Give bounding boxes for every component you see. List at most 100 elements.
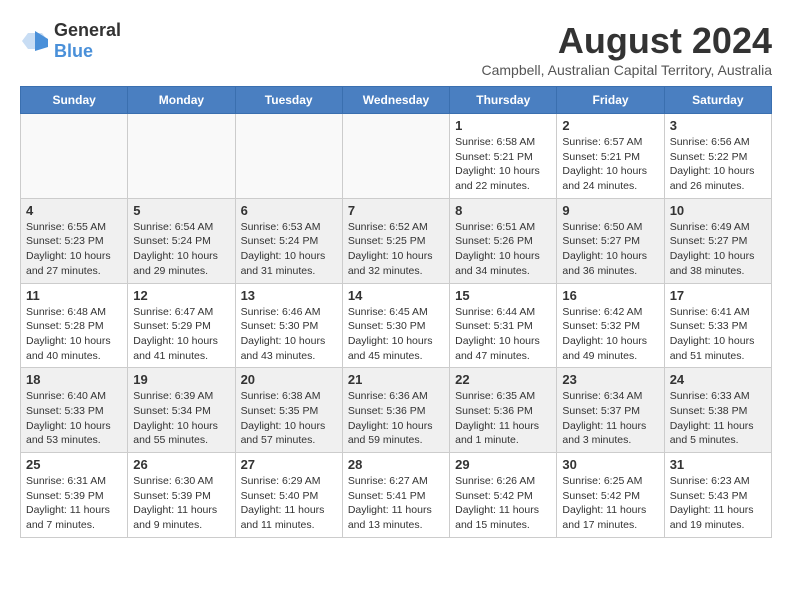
calendar-cell: 24Sunrise: 6:33 AM Sunset: 5:38 PM Dayli…	[664, 368, 771, 453]
page-header: General Blue August 2024 Campbell, Austr…	[20, 20, 772, 78]
day-info: Sunrise: 6:30 AM Sunset: 5:39 PM Dayligh…	[133, 474, 229, 533]
header-wednesday: Wednesday	[342, 87, 449, 114]
day-number: 31	[670, 457, 766, 472]
logo: General Blue	[20, 20, 121, 62]
calendar-cell	[128, 114, 235, 199]
day-number: 24	[670, 372, 766, 387]
day-info: Sunrise: 6:53 AM Sunset: 5:24 PM Dayligh…	[241, 220, 337, 279]
calendar-cell: 27 Sunrise: 6:29 AM Sunset: 5:40 PM Dayli…	[235, 453, 342, 538]
day-number: 13	[241, 288, 337, 303]
day-info: Sunrise: 6:41 AM Sunset: 5:33 PM Dayligh…	[670, 305, 766, 364]
calendar-cell: 31 Sunrise: 6:23 AM Sunset: 5:43 PM Dayli…	[664, 453, 771, 538]
calendar-cell: 1Sunrise: 6:58 AM Sunset: 5:21 PM Daylig…	[450, 114, 557, 199]
day-number: 5	[133, 203, 229, 218]
day-info: Sunrise: 6:49 AM Sunset: 5:27 PM Dayligh…	[670, 220, 766, 279]
calendar-cell: 25Sunrise: 6:31 AM Sunset: 5:39 PM Dayli…	[21, 453, 128, 538]
day-number: 11	[26, 288, 122, 303]
header-monday: Monday	[128, 87, 235, 114]
day-number: 2	[562, 118, 658, 133]
calendar-cell: 10 Sunrise: 6:49 AM Sunset: 5:27 PM Dayli…	[664, 198, 771, 283]
day-number: 17	[670, 288, 766, 303]
header-thursday: Thursday	[450, 87, 557, 114]
calendar-cell: 22Sunrise: 6:35 AM Sunset: 5:36 PM Dayli…	[450, 368, 557, 453]
day-number: 20	[241, 372, 337, 387]
day-number: 9	[562, 203, 658, 218]
day-info: Sunrise: 6:47 AM Sunset: 5:29 PM Dayligh…	[133, 305, 229, 364]
calendar-table: Sunday Monday Tuesday Wednesday Thursday…	[20, 86, 772, 538]
logo-blue: Blue	[54, 41, 93, 61]
calendar-cell: 17 Sunrise: 6:41 AM Sunset: 5:33 PM Dayli…	[664, 283, 771, 368]
calendar-cell	[21, 114, 128, 199]
calendar-cell: 30 Sunrise: 6:25 AM Sunset: 5:42 PM Dayli…	[557, 453, 664, 538]
day-info: Sunrise: 6:54 AM Sunset: 5:24 PM Dayligh…	[133, 220, 229, 279]
calendar-cell: 9Sunrise: 6:50 AM Sunset: 5:27 PM Daylig…	[557, 198, 664, 283]
day-info: Sunrise: 6:57 AM Sunset: 5:21 PM Dayligh…	[562, 135, 658, 194]
calendar-cell: 23 Sunrise: 6:34 AM Sunset: 5:37 PM Dayli…	[557, 368, 664, 453]
day-info: Sunrise: 6:26 AM Sunset: 5:42 PM Dayligh…	[455, 474, 551, 533]
day-number: 29	[455, 457, 551, 472]
day-number: 30	[562, 457, 658, 472]
day-number: 8	[455, 203, 551, 218]
header-row: Sunday Monday Tuesday Wednesday Thursday…	[21, 87, 772, 114]
day-info: Sunrise: 6:52 AM Sunset: 5:25 PM Dayligh…	[348, 220, 444, 279]
calendar-cell: 8 Sunrise: 6:51 AM Sunset: 5:26 PM Daylig…	[450, 198, 557, 283]
week-row-5: 25Sunrise: 6:31 AM Sunset: 5:39 PM Dayli…	[21, 453, 772, 538]
calendar-cell: 7 Sunrise: 6:52 AM Sunset: 5:25 PM Daylig…	[342, 198, 449, 283]
calendar-cell: 21Sunrise: 6:36 AM Sunset: 5:36 PM Dayli…	[342, 368, 449, 453]
day-info: Sunrise: 6:29 AM Sunset: 5:40 PM Dayligh…	[241, 474, 337, 533]
day-info: Sunrise: 6:51 AM Sunset: 5:26 PM Dayligh…	[455, 220, 551, 279]
calendar-cell: 11 Sunrise: 6:48 AM Sunset: 5:28 PM Dayli…	[21, 283, 128, 368]
calendar-cell: 20 Sunrise: 6:38 AM Sunset: 5:35 PM Dayli…	[235, 368, 342, 453]
calendar-cell: 12 Sunrise: 6:47 AM Sunset: 5:29 PM Dayli…	[128, 283, 235, 368]
day-number: 27	[241, 457, 337, 472]
calendar-cell: 29 Sunrise: 6:26 AM Sunset: 5:42 PM Dayli…	[450, 453, 557, 538]
day-info: Sunrise: 6:56 AM Sunset: 5:22 PM Dayligh…	[670, 135, 766, 194]
day-info: Sunrise: 6:46 AM Sunset: 5:30 PM Dayligh…	[241, 305, 337, 364]
day-number: 16	[562, 288, 658, 303]
calendar-cell: 5 Sunrise: 6:54 AM Sunset: 5:24 PM Daylig…	[128, 198, 235, 283]
header-sunday: Sunday	[21, 87, 128, 114]
day-info: Sunrise: 6:40 AM Sunset: 5:33 PM Dayligh…	[26, 389, 122, 448]
main-title: August 2024	[482, 20, 773, 62]
day-info: Sunrise: 6:36 AM Sunset: 5:36 PM Dayligh…	[348, 389, 444, 448]
day-info: Sunrise: 6:44 AM Sunset: 5:31 PM Dayligh…	[455, 305, 551, 364]
calendar-cell: 2 Sunrise: 6:57 AM Sunset: 5:21 PM Daylig…	[557, 114, 664, 199]
header-friday: Friday	[557, 87, 664, 114]
day-number: 1	[455, 118, 551, 133]
day-info: Sunrise: 6:55 AM Sunset: 5:23 PM Dayligh…	[26, 220, 122, 279]
day-number: 28	[348, 457, 444, 472]
day-info: Sunrise: 6:34 AM Sunset: 5:37 PM Dayligh…	[562, 389, 658, 448]
header-tuesday: Tuesday	[235, 87, 342, 114]
logo-general: General	[54, 20, 121, 40]
day-number: 12	[133, 288, 229, 303]
day-number: 15	[455, 288, 551, 303]
title-area: August 2024 Campbell, Australian Capital…	[482, 20, 773, 78]
day-number: 18	[26, 372, 122, 387]
header-saturday: Saturday	[664, 87, 771, 114]
day-number: 7	[348, 203, 444, 218]
week-row-3: 11 Sunrise: 6:48 AM Sunset: 5:28 PM Dayli…	[21, 283, 772, 368]
day-number: 14	[348, 288, 444, 303]
day-number: 23	[562, 372, 658, 387]
day-info: Sunrise: 6:39 AM Sunset: 5:34 PM Dayligh…	[133, 389, 229, 448]
day-number: 22	[455, 372, 551, 387]
calendar-cell: 16Sunrise: 6:42 AM Sunset: 5:32 PM Dayli…	[557, 283, 664, 368]
calendar-cell: 13 Sunrise: 6:46 AM Sunset: 5:30 PM Dayli…	[235, 283, 342, 368]
day-info: Sunrise: 6:23 AM Sunset: 5:43 PM Dayligh…	[670, 474, 766, 533]
calendar-cell: 18 Sunrise: 6:40 AM Sunset: 5:33 PM Dayli…	[21, 368, 128, 453]
calendar-cell: 6 Sunrise: 6:53 AM Sunset: 5:24 PM Daylig…	[235, 198, 342, 283]
day-info: Sunrise: 6:25 AM Sunset: 5:42 PM Dayligh…	[562, 474, 658, 533]
calendar-cell: 15 Sunrise: 6:44 AM Sunset: 5:31 PM Dayli…	[450, 283, 557, 368]
day-number: 10	[670, 203, 766, 218]
day-info: Sunrise: 6:38 AM Sunset: 5:35 PM Dayligh…	[241, 389, 337, 448]
day-number: 19	[133, 372, 229, 387]
week-row-4: 18 Sunrise: 6:40 AM Sunset: 5:33 PM Dayli…	[21, 368, 772, 453]
day-info: Sunrise: 6:27 AM Sunset: 5:41 PM Dayligh…	[348, 474, 444, 533]
week-row-1: 1Sunrise: 6:58 AM Sunset: 5:21 PM Daylig…	[21, 114, 772, 199]
day-number: 4	[26, 203, 122, 218]
calendar-cell: 14Sunrise: 6:45 AM Sunset: 5:30 PM Dayli…	[342, 283, 449, 368]
day-info: Sunrise: 6:48 AM Sunset: 5:28 PM Dayligh…	[26, 305, 122, 364]
day-info: Sunrise: 6:31 AM Sunset: 5:39 PM Dayligh…	[26, 474, 122, 533]
logo-icon	[20, 29, 50, 53]
day-number: 6	[241, 203, 337, 218]
